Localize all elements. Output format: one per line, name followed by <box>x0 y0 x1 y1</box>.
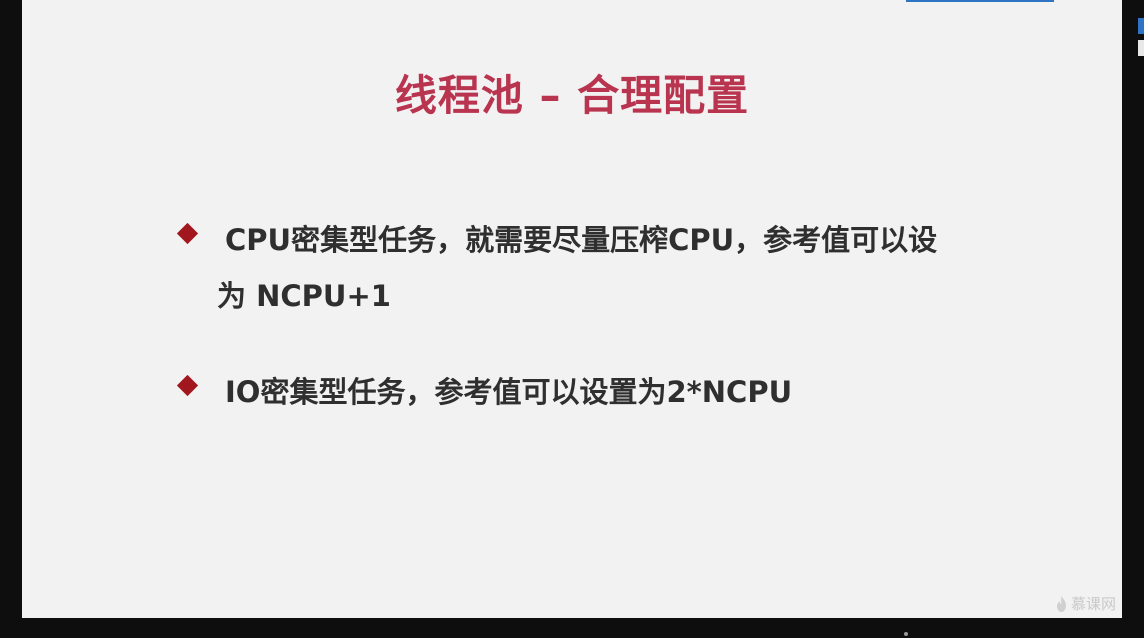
right-edge-strip <box>1122 0 1144 638</box>
bullet-text: IO密集型任务，参考值可以设置为2*NCPU <box>225 364 985 420</box>
edge-marker <box>1138 40 1144 56</box>
diamond-icon <box>176 222 199 245</box>
bullet-item-io: IO密集型任务，参考值可以设置为2*NCPU <box>176 364 985 420</box>
slide-title: 线程池 – 合理配置 <box>394 71 750 120</box>
bottom-dot <box>904 632 908 636</box>
flame-icon <box>1056 595 1066 612</box>
bullet-line: CPU密集型任务，就需要尽量压榨CPU，参考值可以设 <box>225 223 938 257</box>
video-frame: 线程池 – 合理配置 CPU密集型任务，就需要尽量压榨CPU，参考值可以设 为 … <box>0 0 1144 638</box>
watermark: 慕课网 <box>1056 593 1116 614</box>
edge-marker <box>1138 18 1144 34</box>
bullet-line: 为 NCPU+1 <box>217 279 391 313</box>
presentation-slide: 线程池 – 合理配置 CPU密集型任务，就需要尽量压榨CPU，参考值可以设 为 … <box>22 0 1122 618</box>
bullet-item-cpu: CPU密集型任务，就需要尽量压榨CPU，参考值可以设 为 NCPU+1 <box>176 212 985 324</box>
bullet-line: IO密集型任务，参考值可以设置为2*NCPU <box>225 375 793 409</box>
bullet-text: CPU密集型任务，就需要尽量压榨CPU，参考值可以设 为 NCPU+1 <box>217 212 985 324</box>
watermark-text: 慕课网 <box>1070 595 1116 613</box>
top-accent-bar <box>906 0 1054 2</box>
diamond-icon <box>176 374 199 397</box>
